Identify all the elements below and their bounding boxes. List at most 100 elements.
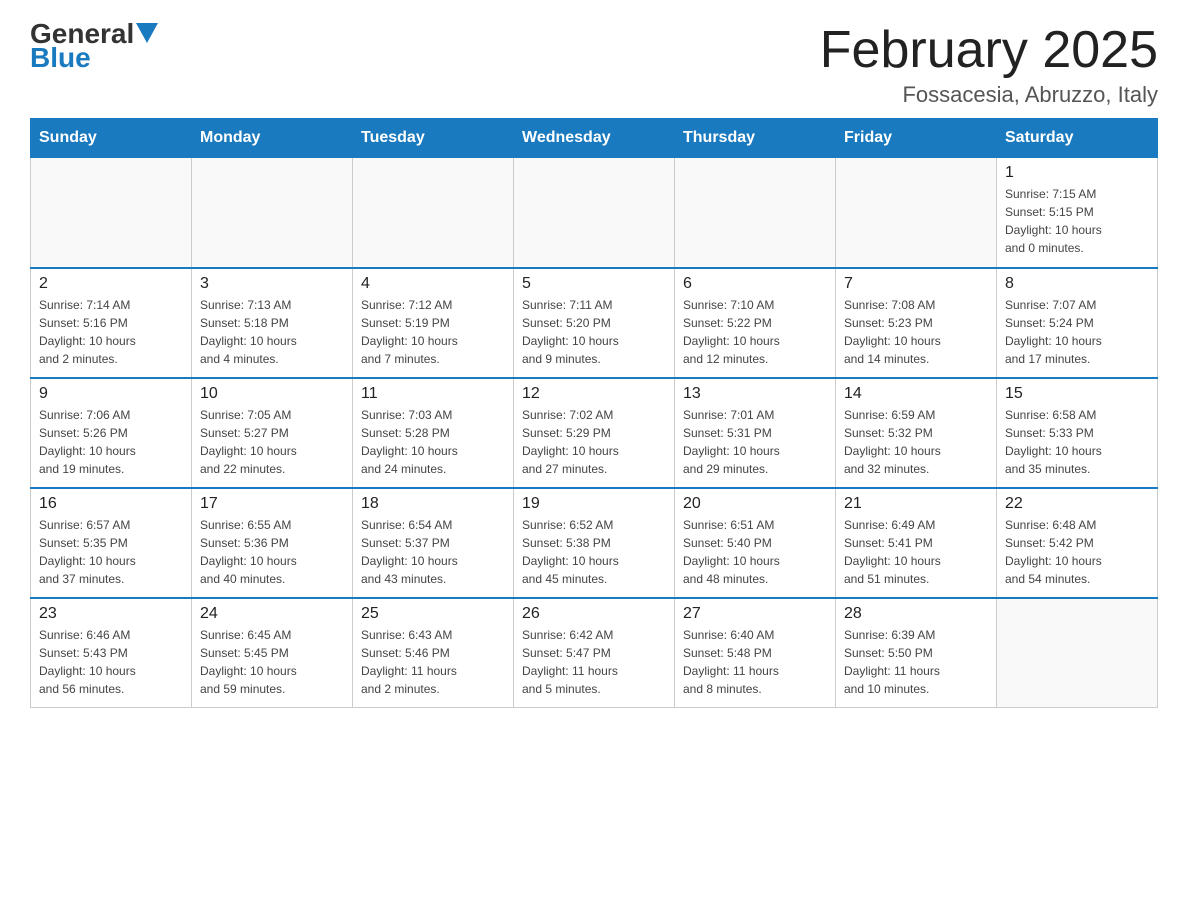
logo-arrow-icon <box>136 23 158 43</box>
calendar-day-cell: 4Sunrise: 7:12 AMSunset: 5:19 PMDaylight… <box>353 268 514 378</box>
day-number: 5 <box>522 275 666 293</box>
calendar-day-cell: 2 Sunrise: 7:14 AMSunset: 5:16 PMDaylight… <box>31 268 192 378</box>
calendar-day-cell: 14 Sunrise: 6:59 AMSunset: 5:32 PMDayligh… <box>836 378 997 488</box>
day-number: 2 <box>39 275 183 293</box>
calendar-day-cell: 10 Sunrise: 7:05 AMSunset: 5:27 PMDayligh… <box>192 378 353 488</box>
day-number: 1 <box>1005 164 1149 182</box>
calendar-day-cell: 26 Sunrise: 6:42 AMSunset: 5:47 PMDayligh… <box>514 598 675 708</box>
calendar-day-cell <box>192 158 353 268</box>
day-header-monday: Monday <box>192 119 353 158</box>
calendar-day-cell <box>997 598 1158 708</box>
day-info: Sunrise: 6:58 AMSunset: 5:33 PMDaylight:… <box>1005 406 1149 478</box>
calendar-day-cell: 16Sunrise: 6:57 AMSunset: 5:35 PMDayligh… <box>31 488 192 598</box>
day-number: 28 <box>844 605 988 623</box>
calendar-week-row: 16Sunrise: 6:57 AMSunset: 5:35 PMDayligh… <box>31 488 1158 598</box>
day-number: 20 <box>683 495 827 513</box>
day-number: 12 <box>522 385 666 403</box>
day-info: Sunrise: 6:42 AMSunset: 5:47 PMDaylight:… <box>522 626 666 698</box>
calendar-day-cell: 19 Sunrise: 6:52 AMSunset: 5:38 PMDayligh… <box>514 488 675 598</box>
day-info: Sunrise: 7:05 AMSunset: 5:27 PMDaylight:… <box>200 406 344 478</box>
day-number: 3 <box>200 275 344 293</box>
calendar-day-cell: 9Sunrise: 7:06 AMSunset: 5:26 PMDaylight… <box>31 378 192 488</box>
day-header-saturday: Saturday <box>997 119 1158 158</box>
day-info: Sunrise: 6:57 AMSunset: 5:35 PMDaylight:… <box>39 516 183 588</box>
day-info: Sunrise: 7:03 AMSunset: 5:28 PMDaylight:… <box>361 406 505 478</box>
day-info: Sunrise: 6:43 AMSunset: 5:46 PMDaylight:… <box>361 626 505 698</box>
calendar-table: SundayMondayTuesdayWednesdayThursdayFrid… <box>30 118 1158 708</box>
calendar-day-cell <box>31 158 192 268</box>
calendar-day-cell: 5 Sunrise: 7:11 AMSunset: 5:20 PMDaylight… <box>514 268 675 378</box>
day-number: 23 <box>39 605 183 623</box>
day-number: 6 <box>683 275 827 293</box>
day-number: 14 <box>844 385 988 403</box>
calendar-day-cell: 21 Sunrise: 6:49 AMSunset: 5:41 PMDayligh… <box>836 488 997 598</box>
calendar-day-cell: 1 Sunrise: 7:15 AMSunset: 5:15 PMDaylight… <box>997 158 1158 268</box>
day-number: 17 <box>200 495 344 513</box>
day-info: Sunrise: 6:55 AMSunset: 5:36 PMDaylight:… <box>200 516 344 588</box>
day-number: 24 <box>200 605 344 623</box>
day-number: 10 <box>200 385 344 403</box>
day-number: 15 <box>1005 385 1149 403</box>
day-number: 18 <box>361 495 505 513</box>
day-info: Sunrise: 7:08 AMSunset: 5:23 PMDaylight:… <box>844 296 988 368</box>
logo: General Blue <box>30 20 158 72</box>
calendar-day-cell: 27 Sunrise: 6:40 AMSunset: 5:48 PMDayligh… <box>675 598 836 708</box>
day-info: Sunrise: 7:15 AMSunset: 5:15 PMDaylight:… <box>1005 185 1149 257</box>
day-info: Sunrise: 6:54 AMSunset: 5:37 PMDaylight:… <box>361 516 505 588</box>
day-header-tuesday: Tuesday <box>353 119 514 158</box>
logo-blue-text: Blue <box>30 44 91 72</box>
calendar-week-row: 1 Sunrise: 7:15 AMSunset: 5:15 PMDaylight… <box>31 158 1158 268</box>
calendar-day-cell: 12 Sunrise: 7:02 AMSunset: 5:29 PMDayligh… <box>514 378 675 488</box>
day-number: 19 <box>522 495 666 513</box>
day-info: Sunrise: 7:02 AMSunset: 5:29 PMDaylight:… <box>522 406 666 478</box>
calendar-day-cell: 22Sunrise: 6:48 AMSunset: 5:42 PMDayligh… <box>997 488 1158 598</box>
month-title: February 2025 <box>820 20 1158 80</box>
calendar-day-cell: 23 Sunrise: 6:46 AMSunset: 5:43 PMDayligh… <box>31 598 192 708</box>
calendar-day-cell: 11 Sunrise: 7:03 AMSunset: 5:28 PMDayligh… <box>353 378 514 488</box>
calendar-day-cell: 17 Sunrise: 6:55 AMSunset: 5:36 PMDayligh… <box>192 488 353 598</box>
day-number: 9 <box>39 385 183 403</box>
calendar-day-cell <box>353 158 514 268</box>
day-info: Sunrise: 7:14 AMSunset: 5:16 PMDaylight:… <box>39 296 183 368</box>
day-number: 21 <box>844 495 988 513</box>
day-number: 27 <box>683 605 827 623</box>
calendar-header-row: SundayMondayTuesdayWednesdayThursdayFrid… <box>31 119 1158 158</box>
calendar-day-cell: 28 Sunrise: 6:39 AMSunset: 5:50 PMDayligh… <box>836 598 997 708</box>
day-info: Sunrise: 6:39 AMSunset: 5:50 PMDaylight:… <box>844 626 988 698</box>
calendar-week-row: 9Sunrise: 7:06 AMSunset: 5:26 PMDaylight… <box>31 378 1158 488</box>
day-header-sunday: Sunday <box>31 119 192 158</box>
day-header-friday: Friday <box>836 119 997 158</box>
day-info: Sunrise: 6:46 AMSunset: 5:43 PMDaylight:… <box>39 626 183 698</box>
title-block: February 2025 Fossacesia, Abruzzo, Italy <box>820 20 1158 108</box>
calendar-week-row: 23 Sunrise: 6:46 AMSunset: 5:43 PMDayligh… <box>31 598 1158 708</box>
day-info: Sunrise: 7:13 AMSunset: 5:18 PMDaylight:… <box>200 296 344 368</box>
day-number: 11 <box>361 385 505 403</box>
calendar-week-row: 2 Sunrise: 7:14 AMSunset: 5:16 PMDaylight… <box>31 268 1158 378</box>
day-info: Sunrise: 6:49 AMSunset: 5:41 PMDaylight:… <box>844 516 988 588</box>
day-info: Sunrise: 7:11 AMSunset: 5:20 PMDaylight:… <box>522 296 666 368</box>
calendar-day-cell: 6Sunrise: 7:10 AMSunset: 5:22 PMDaylight… <box>675 268 836 378</box>
calendar-day-cell: 20 Sunrise: 6:51 AMSunset: 5:40 PMDayligh… <box>675 488 836 598</box>
calendar-day-cell: 18 Sunrise: 6:54 AMSunset: 5:37 PMDayligh… <box>353 488 514 598</box>
day-info: Sunrise: 6:45 AMSunset: 5:45 PMDaylight:… <box>200 626 344 698</box>
day-info: Sunrise: 6:40 AMSunset: 5:48 PMDaylight:… <box>683 626 827 698</box>
calendar-day-cell: 15 Sunrise: 6:58 AMSunset: 5:33 PMDayligh… <box>997 378 1158 488</box>
calendar-day-cell: 3 Sunrise: 7:13 AMSunset: 5:18 PMDaylight… <box>192 268 353 378</box>
day-number: 26 <box>522 605 666 623</box>
day-number: 7 <box>844 275 988 293</box>
calendar-day-cell: 24 Sunrise: 6:45 AMSunset: 5:45 PMDayligh… <box>192 598 353 708</box>
day-info: Sunrise: 7:07 AMSunset: 5:24 PMDaylight:… <box>1005 296 1149 368</box>
day-info: Sunrise: 6:51 AMSunset: 5:40 PMDaylight:… <box>683 516 827 588</box>
location: Fossacesia, Abruzzo, Italy <box>820 82 1158 108</box>
day-info: Sunrise: 6:52 AMSunset: 5:38 PMDaylight:… <box>522 516 666 588</box>
calendar-day-cell: 25 Sunrise: 6:43 AMSunset: 5:46 PMDayligh… <box>353 598 514 708</box>
day-info: Sunrise: 7:01 AMSunset: 5:31 PMDaylight:… <box>683 406 827 478</box>
calendar-day-cell: 7 Sunrise: 7:08 AMSunset: 5:23 PMDaylight… <box>836 268 997 378</box>
calendar-day-cell <box>514 158 675 268</box>
day-header-wednesday: Wednesday <box>514 119 675 158</box>
day-number: 22 <box>1005 495 1149 513</box>
calendar-day-cell <box>675 158 836 268</box>
day-info: Sunrise: 6:59 AMSunset: 5:32 PMDaylight:… <box>844 406 988 478</box>
day-number: 25 <box>361 605 505 623</box>
day-number: 4 <box>361 275 505 293</box>
